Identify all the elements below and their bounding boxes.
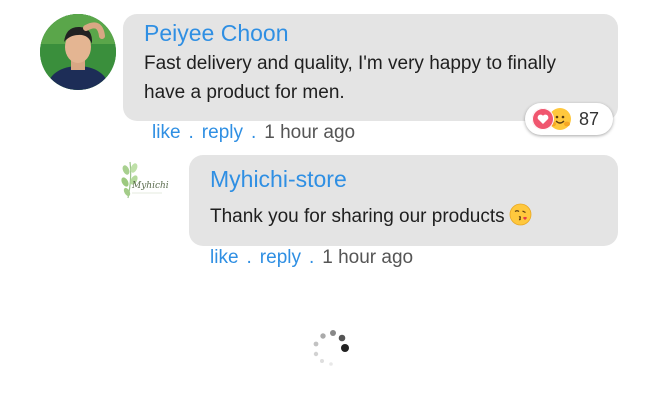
separator: . — [308, 247, 315, 268]
loading-spinner-icon — [311, 329, 351, 369]
store-logo-text: Myhichi — [131, 181, 169, 191]
reply-link[interactable]: reply — [260, 247, 301, 268]
comment-actions: like. reply. 1 hour ago — [152, 122, 355, 144]
separator: . — [188, 122, 194, 143]
heart-icon — [532, 108, 554, 130]
reply-text-row: Thank you for sharing our products — [210, 202, 598, 231]
reaction-count: 87 — [579, 109, 600, 129]
user-avatar-photo — [40, 14, 116, 90]
reply-author[interactable]: Myhichi-store — [210, 166, 598, 192]
reply-actions: like. reply. 1 hour ago — [210, 247, 413, 269]
separator: . — [246, 247, 252, 268]
store-avatar[interactable]: Myhichi — [118, 156, 170, 208]
comment-text: Fast delivery and quality, I'm very happ… — [144, 53, 556, 103]
like-link[interactable]: like — [210, 247, 239, 268]
user-avatar[interactable] — [40, 14, 116, 90]
store-logo: Myhichi — [121, 161, 169, 199]
comment-author[interactable]: Peiyee Choon — [144, 20, 598, 46]
like-link[interactable]: like — [152, 122, 181, 143]
separator: . — [250, 122, 257, 143]
reply-text: Thank you for sharing our products — [210, 206, 505, 227]
reply-link[interactable]: reply — [202, 122, 243, 143]
reply-bubble: Myhichi-store Thank you for sharing our … — [189, 155, 618, 246]
comment-timestamp: 1 hour ago — [264, 122, 356, 143]
reply-timestamp: 1 hour ago — [322, 247, 414, 268]
reactions-badge[interactable]: 87 — [525, 103, 613, 135]
face-blowing-kiss-icon — [509, 203, 532, 226]
